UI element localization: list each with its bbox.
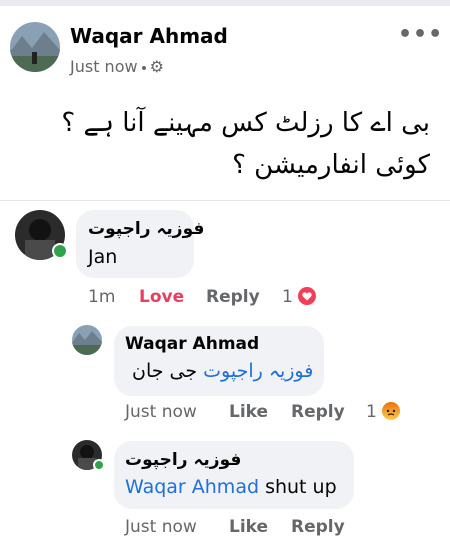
post-text-line1: بی اے کا رزلٹ کس مہینے آنا ہے ؟ <box>61 108 430 138</box>
gear-icon: ⚙ <box>149 57 164 76</box>
reply-avatar[interactable] <box>72 325 102 355</box>
reply-button[interactable]: Reply <box>206 287 260 307</box>
reaction-number: 1 <box>282 287 293 307</box>
reply-button[interactable]: Reply <box>291 517 345 537</box>
love-label[interactable]: Love <box>139 287 184 307</box>
reply-author[interactable]: فوزیہ راجپوت <box>125 449 241 470</box>
comment-time: 1m <box>88 287 116 307</box>
post-author-avatar[interactable] <box>10 22 60 72</box>
like-label[interactable]: Like <box>229 517 268 537</box>
reply-text-body: shut up <box>265 476 337 498</box>
like-button[interactable]: Like <box>229 517 268 537</box>
reply-text: فوزیہ راجپوت جی جان <box>132 360 313 382</box>
online-status-dot <box>52 243 68 259</box>
reply-actions: Just now <box>125 402 197 422</box>
top-edge <box>0 0 450 6</box>
reply-actions: Just now <box>125 517 197 537</box>
post-meta: Just now ⚙ <box>70 57 164 76</box>
reply-time: Just now <box>125 517 197 537</box>
comment-text: Jan <box>88 246 118 268</box>
reply-label[interactable]: Reply <box>291 517 345 537</box>
reply-label[interactable]: Reply <box>206 287 260 307</box>
reply-time: Just now <box>125 402 197 422</box>
comment-author[interactable]: فوزیہ راجپوت <box>88 218 204 239</box>
like-label[interactable]: Like <box>229 402 268 422</box>
reaction-number: 1 <box>366 402 377 422</box>
post-time[interactable]: Just now <box>70 57 138 76</box>
reply-text-body: جی جان <box>132 360 198 382</box>
post-author-name[interactable]: Waqar Ahmad <box>70 24 228 48</box>
reply-text: Waqar Ahmad shut up <box>125 476 337 498</box>
post-text-line2: کوئی انفارمیشن ؟ <box>232 150 430 180</box>
reply-author[interactable]: Waqar Ahmad <box>125 334 259 354</box>
love-reaction-icon <box>298 287 317 305</box>
mention-link[interactable]: Waqar Ahmad <box>125 476 259 498</box>
reaction-count[interactable]: 1 <box>282 287 317 307</box>
love-button[interactable]: Love <box>139 287 184 307</box>
more-dots-icon[interactable]: ••• <box>398 22 443 47</box>
online-status-dot <box>93 459 105 471</box>
reaction-count[interactable]: 1 <box>366 402 401 422</box>
reply-label[interactable]: Reply <box>291 402 345 422</box>
comment-actions: 1m <box>88 287 115 307</box>
angry-reaction-icon <box>382 402 401 420</box>
post-divider <box>0 200 450 201</box>
separator-dot <box>141 65 146 70</box>
like-button[interactable]: Like <box>229 402 268 422</box>
reply-button[interactable]: Reply <box>291 402 345 422</box>
mention-link[interactable]: فوزیہ راجپوت <box>203 360 313 382</box>
